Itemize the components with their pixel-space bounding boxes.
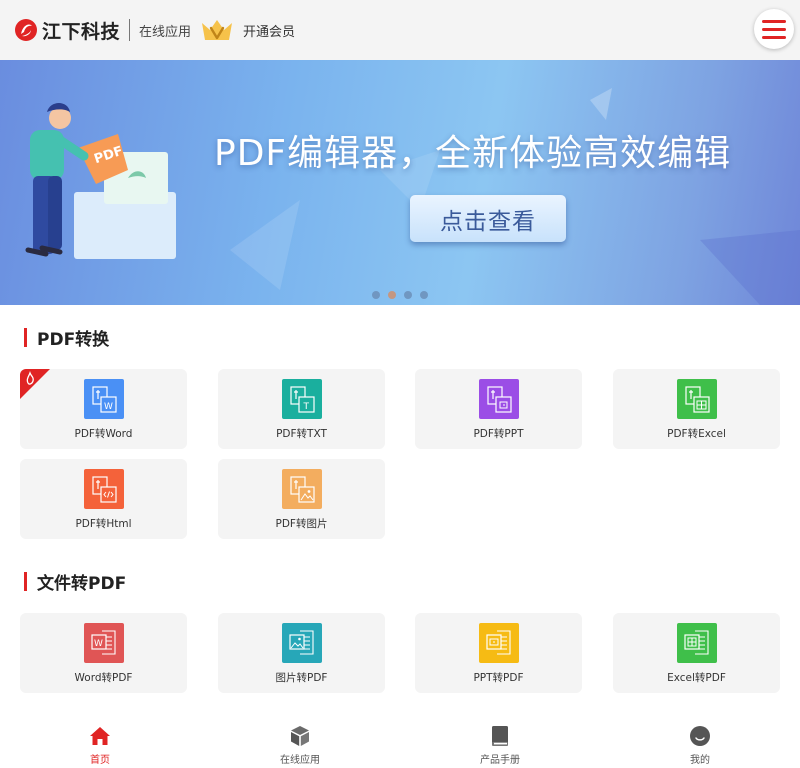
tool-card-label: Word转PDF [74, 672, 133, 684]
word-to-pdf-icon: W [84, 623, 124, 663]
crown-icon[interactable] [200, 17, 234, 43]
header: 江下科技 在线应用 开通会员 [0, 0, 800, 60]
pdf-to-excel-icon [677, 379, 717, 419]
tool-card-label: PDF转PPT [473, 428, 524, 440]
tool-card-pdf-to-ppt[interactable]: PDF转PPT [415, 369, 582, 449]
menu-button[interactable] [754, 9, 794, 49]
tool-card-pdf-to-word[interactable]: W PDF转Word [20, 369, 187, 449]
ppt-to-pdf-icon [479, 623, 519, 663]
vip-link[interactable]: 开通会员 [243, 21, 295, 40]
pdf-to-image-icon [282, 469, 322, 509]
pdf-to-txt-icon: T [282, 379, 322, 419]
tool-card-label: PDF转TXT [276, 428, 327, 440]
tool-card-label: PDF转图片 [275, 518, 328, 530]
pdf-to-ppt-icon [479, 379, 519, 419]
banner-decoration [25, 88, 800, 305]
section-title-pdf-convert: PDF转换 [24, 325, 109, 350]
nav-item-home[interactable]: 首页 [0, 718, 200, 768]
tool-card-pdf-to-excel[interactable]: PDF转Excel [613, 369, 780, 449]
pdf-to-html-icon [84, 469, 124, 509]
nav-label: 我的 [690, 755, 710, 766]
nav-item-product-manual[interactable]: 产品手册 [400, 718, 600, 768]
book-icon [492, 726, 508, 746]
tool-card-label: Excel转PDF [667, 672, 726, 684]
nav-label: 首页 [90, 755, 110, 766]
nav-label: 在线应用 [280, 755, 320, 766]
hero-banner[interactable]: PDF PDF编辑器，全新体验高效编辑 点击查看 [0, 60, 800, 305]
tool-card-label: PPT转PDF [473, 672, 524, 684]
brand-name: 江下科技 [42, 20, 121, 43]
svg-text:W: W [94, 639, 103, 649]
brand-logo[interactable]: 江下科技 [14, 17, 120, 44]
carousel-dot-active[interactable] [388, 291, 396, 299]
tool-card-ppt-to-pdf[interactable]: PPT转PDF [415, 613, 582, 693]
tool-card-pdf-to-image[interactable]: PDF转图片 [218, 459, 385, 539]
carousel-dot[interactable] [420, 291, 428, 299]
tool-card-label: 图片转PDF [275, 672, 328, 684]
tool-card-word-to-pdf[interactable]: W Word转PDF [20, 613, 187, 693]
image-to-pdf-icon [282, 623, 322, 663]
section-title-file-to-pdf: 文件转PDF [24, 569, 126, 594]
pdf-to-word-icon: W [84, 379, 124, 419]
tool-card-pdf-to-txt[interactable]: T PDF转TXT [218, 369, 385, 449]
tool-card-pdf-to-html[interactable]: PDF转Html [20, 459, 187, 539]
hot-icon [20, 369, 50, 399]
banner-view-button[interactable]: 点击查看 [410, 195, 566, 242]
menu-bar [762, 35, 786, 39]
carousel-dots [372, 291, 428, 299]
cube-icon [291, 726, 309, 746]
tool-card-label: PDF转Excel [667, 428, 726, 440]
tool-card-label: PDF转Html [75, 518, 132, 530]
banner-title: PDF编辑器，全新体验高效编辑 [214, 133, 732, 174]
menu-bar [762, 19, 786, 23]
tool-card-excel-to-pdf[interactable]: Excel转PDF [613, 613, 780, 693]
nav-online-apps[interactable]: 在线应用 [139, 21, 191, 40]
svg-text:W: W [104, 402, 113, 412]
tool-card-image-to-pdf[interactable]: 图片转PDF [218, 613, 385, 693]
tool-card-label: PDF转Word [74, 428, 133, 440]
home-icon [90, 727, 110, 745]
excel-to-pdf-icon [677, 623, 717, 663]
header-divider [129, 19, 131, 41]
bottom-nav: 首页 在线应用 产品手册 我的 [0, 718, 800, 768]
nav-item-online-apps[interactable]: 在线应用 [200, 718, 400, 768]
brand-logo-icon [15, 19, 37, 41]
nav-item-mine[interactable]: 我的 [600, 718, 800, 768]
user-icon [690, 726, 710, 746]
menu-bar [762, 27, 786, 31]
nav-label: 产品手册 [480, 755, 520, 766]
carousel-dot[interactable] [404, 291, 412, 299]
carousel-dot[interactable] [372, 291, 380, 299]
svg-text:T: T [303, 402, 310, 412]
